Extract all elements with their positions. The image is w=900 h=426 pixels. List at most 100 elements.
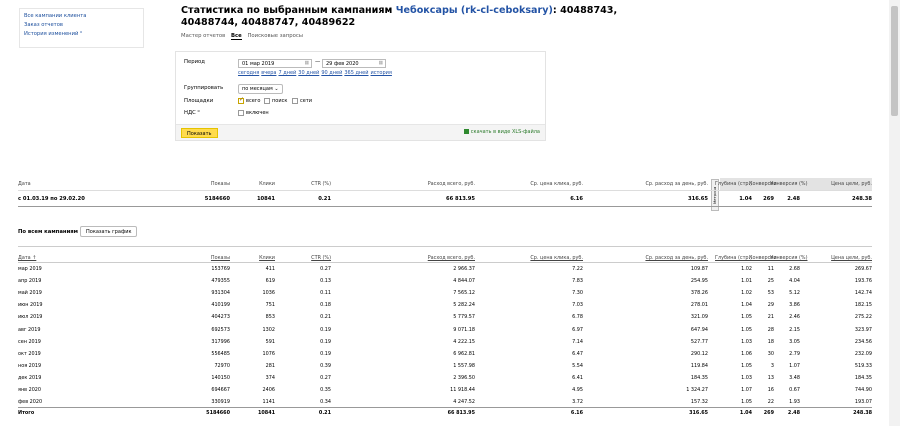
table-cell-6: 254.95	[690, 278, 708, 285]
checkbox-icon	[238, 110, 244, 116]
table-cell-0: мар 2019	[18, 266, 42, 272]
summary-cell-2: 10841	[256, 196, 275, 202]
quick-today[interactable]: сегодня	[238, 70, 259, 76]
table-cell-10: 519.33	[854, 362, 872, 369]
table-cell-2: 853	[265, 314, 275, 321]
date-dash: —	[315, 59, 321, 65]
quick-history[interactable]: история	[371, 70, 392, 76]
table-cell-5: 7.30	[572, 290, 583, 297]
link-all-campaigns[interactable]: Все кампании клиента	[24, 12, 139, 21]
date-to-input[interactable]: 29 фев 2020 ▦	[322, 59, 386, 68]
link-change-history[interactable]: История изменений ⁰	[24, 30, 139, 39]
calendar-icon[interactable]: ▦	[304, 61, 309, 67]
table-cell-1: 556485	[211, 350, 230, 357]
date-from-value: 01 мар 2019	[242, 61, 275, 67]
table-cell-3: 0.11	[320, 290, 331, 297]
table-cell-0: ноя 2019	[18, 362, 42, 369]
table-cell-9: 2.15	[789, 326, 800, 333]
quick-yesterday[interactable]: вчера	[261, 70, 276, 76]
summary-cell-9: 2.48	[787, 196, 800, 202]
table-cell-0: июл 2019	[18, 314, 43, 321]
table-cell-3: 0.21	[320, 314, 331, 321]
places-all-checkbox[interactable]: всего	[238, 96, 260, 104]
table-row: мар 2019 153769 411 0.27 2 966.37 7.22 109.87 1…	[18, 263, 872, 275]
table-cell-10: 232.09	[854, 350, 872, 357]
tab-search-queries[interactable]: Поисковые запросы	[247, 33, 303, 39]
summary-header-cell-0: Дата	[18, 181, 31, 187]
table-row: авг 2019 692573 1302 0.19 9 071.18 6.97 647.94…	[18, 324, 872, 336]
tab-all[interactable]: Все	[230, 33, 242, 40]
total-cell-7: 1.04	[739, 410, 752, 416]
table-cell-0: сен 2019	[18, 338, 41, 345]
campaign-link[interactable]: Чебоксары (rk-cl-ceboksary)	[396, 5, 553, 16]
summary-header-cell-1: Показы	[210, 181, 230, 187]
table-cell-5: 6.41	[572, 374, 583, 381]
table-row: янв 2020 694667 2406 0.35 11 918.44 4.95 1 324…	[18, 384, 872, 396]
places-search-checkbox[interactable]: поиск	[264, 98, 287, 104]
show-button[interactable]: Показать	[181, 128, 218, 138]
link-order-reports[interactable]: Заказ отчетов	[24, 21, 139, 30]
summary-total-row: с 01.03.19 по 29.02.20 5184660 10841 0.21 66…	[18, 192, 872, 206]
table-cell-10: 275.22	[854, 314, 872, 321]
vat-checkbox[interactable]: включен	[238, 110, 269, 116]
table-cell-9: 1.07	[789, 362, 800, 369]
show-graph-button[interactable]: Показать график	[80, 226, 138, 237]
summary-header-cell-7: Глубина (стр.)	[715, 181, 752, 187]
table-cell-5: 7.83	[572, 278, 583, 285]
tab-report-master[interactable]: Мастер отчетов	[181, 33, 225, 39]
table-cell-5: 4.95	[572, 387, 583, 393]
table-cell-2: 619	[265, 278, 275, 285]
table-row: ноя 2019 72970 281 0.39 1 557.98 5.54 119.84 1.…	[18, 360, 872, 372]
checkbox-icon	[264, 98, 270, 104]
date-from-input[interactable]: 01 мар 2019 ▦	[238, 59, 312, 68]
table-cell-9: 4.04	[789, 278, 800, 285]
date-to-value: 29 фев 2020	[326, 61, 359, 67]
table-cell-2: 374	[265, 374, 275, 381]
table-row: окт 2019 556485 1076 0.19 6 962.81 6.47 290.12…	[18, 348, 872, 360]
scrollbar-thumb[interactable]	[891, 6, 898, 116]
summary-cell-7: 1.04	[739, 196, 752, 202]
table-cell-3: 0.13	[320, 278, 331, 285]
summary-header-row: Дата Показы Клики CTR (%) Расход всего, руб.…	[18, 178, 872, 191]
quick-365days[interactable]: 365 дней	[344, 70, 368, 76]
table-cell-3: 0.35	[320, 387, 331, 393]
xls-download-link[interactable]: скачать в виде XLS-файла	[463, 129, 540, 135]
table-cell-9: 3.86	[789, 302, 800, 309]
quick-7days[interactable]: 7 дней	[278, 70, 296, 76]
table-cell-5: 5.54	[572, 362, 583, 369]
filter-panel: Период 01 мар 2019 ▦ — 29 фев 2020 ▦ сегод…	[175, 51, 546, 141]
table-cell-3: 0.19	[320, 338, 331, 345]
table-cell-4: 9 071.18	[453, 326, 475, 333]
table-cell-4: 7 565.12	[453, 290, 475, 297]
table-cell-10: 323.97	[854, 326, 872, 333]
table-cell-2: 1076	[262, 350, 275, 357]
table-cell-7: 1.02	[741, 266, 752, 272]
table-cell-0: апр 2019	[18, 278, 42, 285]
table-cell-10: 269.67	[854, 266, 872, 272]
table-cell-9: 5.12	[789, 290, 800, 297]
table-cell-3: 0.19	[320, 326, 331, 333]
vat-label: НДС ⁰	[184, 110, 200, 116]
summary-cell-1: 5184660	[204, 196, 230, 202]
total-cell-4: 66 813.95	[447, 410, 475, 416]
sidebar-nav: Все кампании клиента Заказ отчетов Истор…	[19, 8, 144, 48]
places-networks-checkbox[interactable]: сети	[292, 98, 312, 104]
summary-cell-5: 6.16	[570, 196, 583, 202]
page: Все кампании клиента Заказ отчетов Истор…	[0, 0, 900, 426]
calendar-icon[interactable]: ▦	[378, 61, 383, 67]
summary-cell-3: 0.21	[318, 196, 331, 202]
group-select[interactable]: по месяцам ⌄	[238, 84, 283, 94]
table-cell-2: 591	[265, 338, 275, 345]
table-cell-1: 410199	[211, 302, 230, 309]
table-cell-6: 184.35	[690, 374, 708, 381]
table-cell-10: 744.90	[854, 387, 872, 393]
table-cell-3: 0.19	[320, 350, 331, 357]
quick-90days[interactable]: 90 дней	[321, 70, 342, 76]
table-cell-4: 2 396.50	[453, 374, 475, 381]
table-cell-4: 5 779.57	[453, 314, 475, 321]
table-cell-6: 378.26	[690, 290, 708, 297]
table-cell-0: авг 2019	[18, 326, 41, 333]
total-cell-9: 2.48	[787, 410, 800, 416]
table-cell-6: 1 324.27	[686, 387, 708, 393]
quick-30days[interactable]: 30 дней	[298, 70, 319, 76]
